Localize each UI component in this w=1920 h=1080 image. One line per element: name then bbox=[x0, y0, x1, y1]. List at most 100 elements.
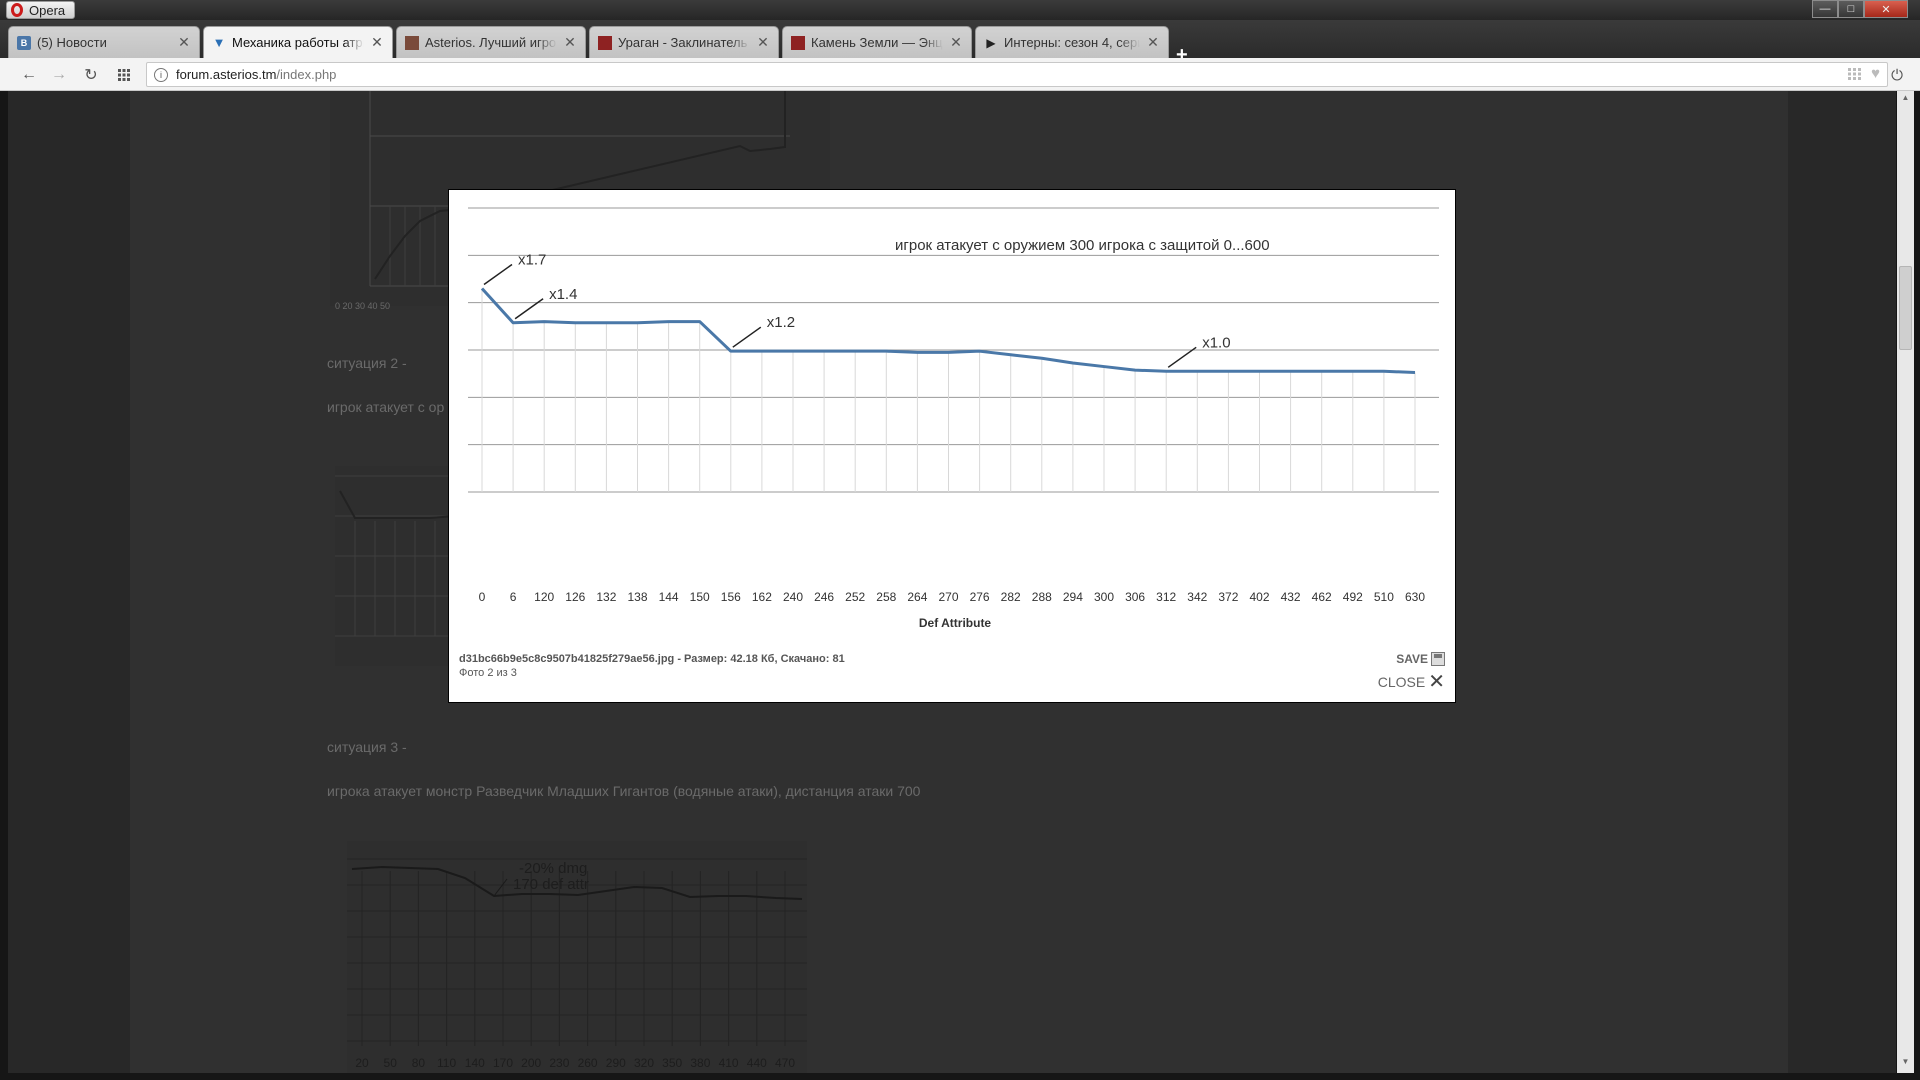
thumb3-annotation-def: 170 def attr bbox=[513, 876, 589, 893]
chart-x-tick-label: 282 bbox=[1001, 590, 1021, 604]
power-icon: ⏻ bbox=[1891, 66, 1903, 84]
scrollbar-thumb[interactable] bbox=[1899, 266, 1912, 350]
chart-x-tick-label: 462 bbox=[1312, 590, 1332, 604]
chart-x-tick-label: 252 bbox=[845, 590, 865, 604]
thumb3-x-tick-label: 320 bbox=[634, 1056, 654, 1070]
image-lightbox: игрок атакует с оружием 300 игрока с защ… bbox=[449, 190, 1455, 702]
chart-x-tick-label: 258 bbox=[876, 590, 896, 604]
chart-x-tick-label: 240 bbox=[783, 590, 803, 604]
opera-menu-button[interactable]: Opera bbox=[6, 1, 75, 19]
window-close-button[interactable]: ✕ bbox=[1864, 0, 1908, 18]
chart-annotation-leader bbox=[732, 326, 762, 348]
minimize-button[interactable]: — bbox=[1812, 0, 1838, 18]
thumb3-x-tick-label: 110 bbox=[437, 1056, 456, 1070]
chart-x-ticks: 0 6 120 126 132 138 144 150 156 162 240 246 252 258 26… bbox=[479, 590, 1426, 604]
heart-icon[interactable]: ♥ bbox=[1871, 65, 1880, 82]
floppy-disk-icon bbox=[1431, 652, 1445, 666]
chart-x-tick-label: 276 bbox=[970, 590, 990, 604]
page-scrollbar[interactable]: ▲ ▼ bbox=[1897, 91, 1914, 1073]
window-close-icon: ✕ bbox=[1881, 3, 1891, 16]
site-info-icon[interactable]: i bbox=[154, 67, 168, 82]
forward-button[interactable]: → bbox=[48, 64, 70, 86]
chart-x-tick-label: 6 bbox=[510, 590, 517, 604]
grid-icon bbox=[118, 69, 130, 81]
chart-x-label: Def Attribute bbox=[919, 616, 992, 630]
speed-dial-button[interactable] bbox=[113, 64, 135, 86]
tab-2[interactable]: Asterios. Лучший игровой ✕ bbox=[396, 26, 586, 58]
tab-close-icon[interactable]: ✕ bbox=[949, 34, 963, 51]
chart-x-tick-label: 294 bbox=[1063, 590, 1083, 604]
arrow-right-icon: → bbox=[51, 66, 67, 83]
image-counter: Фото 2 из 3 bbox=[459, 667, 517, 679]
reload-icon: ↻ bbox=[84, 67, 98, 84]
arrow-left-icon: ← bbox=[21, 66, 37, 83]
address-bar[interactable]: i forum.asterios.tm/index.php ♥ bbox=[146, 62, 1888, 87]
chart-x-tick-label: 156 bbox=[721, 590, 741, 604]
tab-title: Ураган - Заклинатель Вет bbox=[618, 35, 750, 50]
chart-x-tick-label: 402 bbox=[1249, 590, 1269, 604]
chart-x-tick-label: 132 bbox=[596, 590, 616, 604]
chart-x-tick-label: 306 bbox=[1125, 590, 1145, 604]
tab-3[interactable]: Ураган - Заклинатель Вет ✕ bbox=[589, 26, 779, 58]
close-button[interactable]: CLOSE ✕ bbox=[1377, 672, 1445, 692]
wiki-icon bbox=[598, 35, 612, 50]
chart-x-tick-label: 264 bbox=[907, 590, 927, 604]
tab-title: Интерны: сезон 4, серия bbox=[1004, 35, 1140, 50]
url-path: /index.php bbox=[276, 67, 337, 82]
tab-close-icon[interactable]: ✕ bbox=[563, 34, 577, 51]
image-filename: d31bc66b9e5c8c9507b41825f279ae56.jpg - Р… bbox=[459, 653, 845, 665]
thumb3-x-tick-label: 260 bbox=[578, 1056, 598, 1070]
tab-title: Asterios. Лучший игровой bbox=[425, 35, 557, 50]
tab-close-icon[interactable]: ✕ bbox=[370, 34, 384, 51]
tab-strip: B (5) Новости ✕ ▼ Механика работы атрибу… bbox=[0, 20, 1920, 66]
tab-close-icon[interactable]: ✕ bbox=[756, 34, 770, 51]
title-bar: Opera — □ ✕ bbox=[0, 0, 1920, 20]
tab-1[interactable]: ▼ Механика работы атрибутов ✕ bbox=[203, 26, 393, 58]
speed-dial-add-icon[interactable] bbox=[1848, 68, 1861, 83]
chart-annotation-label: x1.2 bbox=[767, 314, 795, 331]
thumb3-x-tick-label: 410 bbox=[719, 1056, 739, 1070]
chart-title: игрок атакует с оружием 300 игрока с защ… bbox=[895, 237, 1270, 254]
chart-x-tick-label: 630 bbox=[1405, 590, 1425, 604]
tab-close-icon[interactable]: ✕ bbox=[177, 34, 191, 51]
chart-x-tick-label: 120 bbox=[534, 590, 554, 604]
post-image-chart-3[interactable]: -20% dmg 170 def attr 20 50 80 110 140 170 200… bbox=[347, 841, 807, 1073]
tab-4[interactable]: Камень Земли — Энциклопедия ✕ bbox=[782, 26, 972, 58]
reload-button[interactable]: ↻ bbox=[80, 64, 102, 86]
save-button[interactable]: SAVE bbox=[1396, 652, 1445, 666]
chart-annotation-label: x1.7 bbox=[518, 251, 546, 268]
thumb3-x-tick-label: 290 bbox=[606, 1056, 626, 1070]
tab-5[interactable]: ▶ Интерны: сезон 4, серия ✕ bbox=[975, 26, 1169, 58]
minimize-icon: — bbox=[1819, 3, 1831, 15]
thumb-axis-ticks: 0 20 30 40 50 bbox=[335, 301, 391, 311]
chart-x-tick-label: 144 bbox=[659, 590, 679, 604]
play-icon: ▶ bbox=[986, 35, 996, 50]
chart-x-tick-label: 246 bbox=[814, 590, 834, 604]
extensions-button[interactable]: ⏻ bbox=[1886, 64, 1908, 86]
chart-image: игрок атакует с оружием 300 игрока с защ… bbox=[468, 207, 1439, 630]
thumb3-annotation-dmg: -20% dmg bbox=[519, 860, 587, 877]
back-button[interactable]: ← bbox=[18, 64, 40, 86]
scroll-up-icon[interactable]: ▲ bbox=[1897, 93, 1914, 107]
save-label: SAVE bbox=[1396, 652, 1428, 666]
thumb3-x-tick-label: 440 bbox=[747, 1056, 767, 1070]
scroll-down-icon[interactable]: ▼ bbox=[1897, 1057, 1914, 1071]
chart-annotation-label: x1.4 bbox=[549, 286, 577, 303]
chart-x-tick-label: 126 bbox=[565, 590, 585, 604]
chart-x-tick-label: 138 bbox=[627, 590, 647, 604]
tab-0[interactable]: B (5) Новости ✕ bbox=[8, 26, 200, 58]
opera-logo-icon bbox=[11, 3, 23, 17]
tab-close-icon[interactable]: ✕ bbox=[1146, 34, 1160, 51]
wiki-icon bbox=[791, 35, 805, 50]
close-label: CLOSE bbox=[1377, 674, 1426, 690]
tab-title: Камень Земли — Энциклопедия bbox=[811, 35, 943, 50]
tab-title: Механика работы атрибутов bbox=[232, 35, 364, 50]
thumb3-x-tick-label: 230 bbox=[549, 1056, 569, 1070]
chart-x-tick-label: 150 bbox=[690, 590, 710, 604]
situation-2-text: игрок атакует с ор bbox=[327, 399, 445, 415]
thumb3-x-tick-label: 170 bbox=[493, 1056, 513, 1070]
asterios-img-icon bbox=[405, 35, 419, 50]
chart-x-tick-label: 342 bbox=[1187, 590, 1207, 604]
vk-icon: B bbox=[17, 35, 31, 50]
maximize-button[interactable]: □ bbox=[1838, 0, 1864, 18]
